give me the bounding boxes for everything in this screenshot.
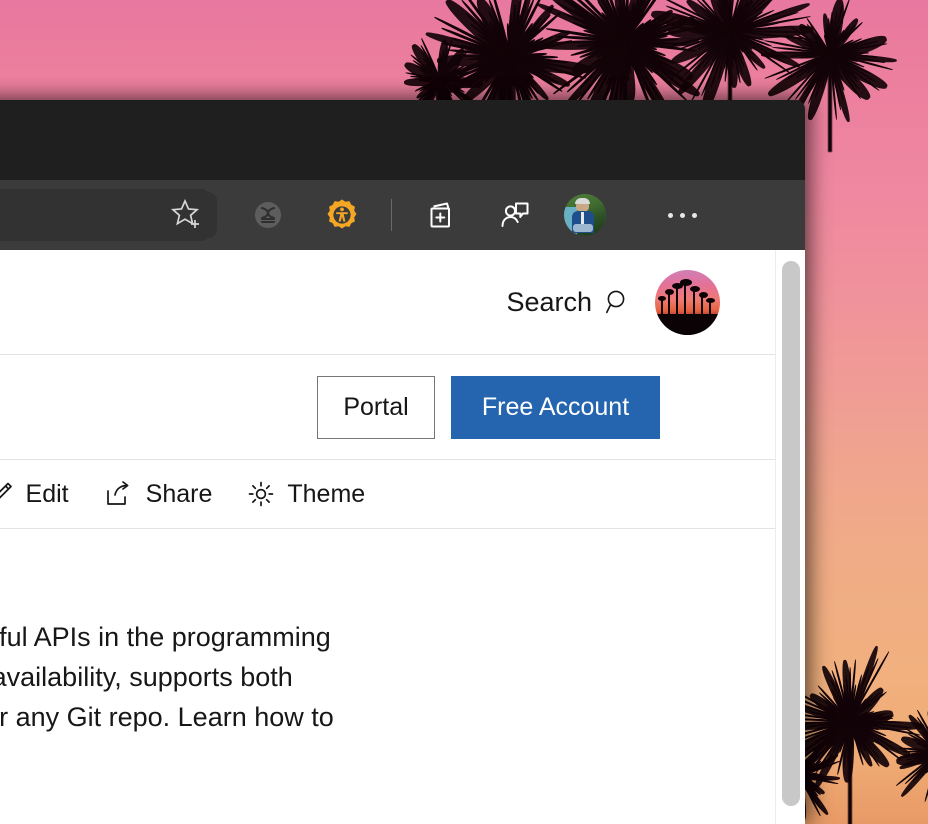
toolbar-icon-group: [157, 192, 710, 238]
theme-button[interactable]: Theme: [247, 480, 365, 509]
account-avatar[interactable]: [562, 192, 608, 238]
site-header: Search: [0, 250, 775, 354]
theme-label: Theme: [287, 480, 365, 509]
free-account-button[interactable]: Free Account: [451, 376, 660, 439]
user-profile-avatar[interactable]: [655, 270, 720, 335]
article-line-3: , Azure DevOps, or any Git repo. Learn h…: [0, 697, 775, 737]
add-to-collections-icon[interactable]: [418, 192, 464, 238]
search-label: Search: [506, 287, 592, 318]
extension-disabled-icon[interactable]: [245, 192, 291, 238]
edit-label: Edit: [26, 480, 69, 509]
browser-titlebar[interactable]: [0, 100, 805, 180]
portal-button[interactable]: Portal: [317, 376, 435, 439]
profile-share-icon[interactable]: [492, 192, 538, 238]
web-page-content: Search Portal Free Account Edit Share Th…: [0, 250, 805, 824]
article-line-1: k ends, and RESTful APIs in the programm…: [0, 617, 775, 657]
share-icon: [104, 480, 134, 508]
article-line-2: -scaling and high availability, supports…: [0, 657, 775, 697]
article-body: k ends, and RESTful APIs in the programm…: [0, 529, 775, 737]
avatar-photo: [564, 194, 606, 236]
scrollbar-thumb[interactable]: [782, 261, 800, 806]
search-button[interactable]: Search: [506, 287, 631, 318]
page-body: Search Portal Free Account Edit Share Th…: [0, 250, 775, 824]
settings-and-more-icon[interactable]: [654, 192, 710, 238]
document-actions-toolbar: Bookmark Edit: [0, 460, 775, 528]
share-label: Share: [146, 480, 213, 509]
search-icon: [605, 289, 631, 315]
vertical-scrollbar[interactable]: [775, 250, 805, 824]
share-button[interactable]: Share: [104, 480, 213, 509]
cta-button-row: Portal Free Account: [0, 355, 775, 459]
add-favorite-icon[interactable]: [157, 192, 217, 238]
accessibility-extension-icon[interactable]: [319, 192, 365, 238]
browser-toolbar: [0, 180, 805, 250]
edit-button[interactable]: Edit: [0, 480, 69, 509]
toolbar-divider: [391, 199, 392, 231]
palm-tree-silhouette-bottom-right: [790, 600, 928, 824]
sun-icon: [247, 480, 275, 508]
browser-window: Search Portal Free Account Edit Share Th…: [0, 100, 805, 824]
pencil-icon: [0, 480, 14, 508]
